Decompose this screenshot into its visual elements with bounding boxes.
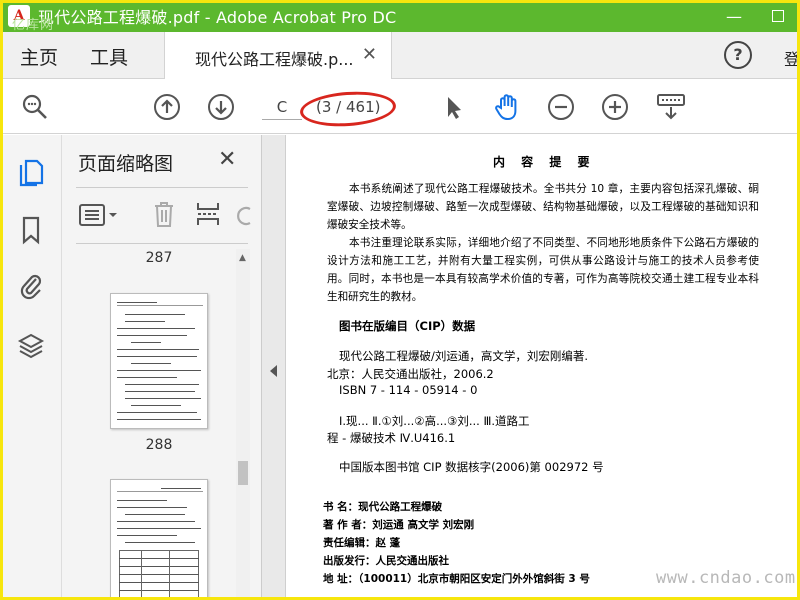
document-heading: 内 容 提 要	[493, 155, 596, 169]
help-icon[interactable]: ?	[724, 41, 752, 69]
menu-tab-bar: 主页 工具 现代公路工程爆破.p... ✕ ? 登	[0, 32, 800, 79]
keyboard-tools-icon[interactable]	[656, 92, 686, 122]
document-paragraph-1: 本书系统阐述了现代公路工程爆破技术。全书共分 10 章，主要内容包括深孔爆破、硐…	[327, 183, 759, 231]
page-thumbnail-288[interactable]	[110, 479, 208, 600]
info-line: 出版发行：人民交通出版社	[323, 555, 449, 567]
thumbnail-label-287: 287	[145, 250, 173, 266]
scrollbar-thumb[interactable]	[238, 461, 248, 485]
cip-line: Ⅰ.现... Ⅱ.①刘...②高...③刘... Ⅲ.道路工	[339, 414, 530, 428]
zoom-out-icon[interactable]	[546, 92, 576, 122]
thumbnails-scrollbar[interactable]	[236, 249, 250, 600]
maximize-icon	[772, 10, 784, 22]
page-thumbnail-287[interactable]	[110, 293, 208, 429]
thumbnails-panel: 页面缩略图 ✕ 287 288 ▲	[62, 135, 262, 600]
zoom-in-icon[interactable]	[600, 92, 630, 122]
next-page-icon[interactable]	[206, 92, 236, 122]
info-line: 地 址：（100011）北京市朝阳区安定门外外馆斜街 3 号	[323, 573, 590, 585]
info-line: 著 作 者：刘运通 高文学 刘宏刚	[323, 519, 475, 531]
window-controls: —	[712, 0, 800, 32]
select-cursor-icon[interactable]	[438, 92, 468, 122]
maximize-button[interactable]	[756, 0, 800, 32]
attachment-icon[interactable]	[16, 271, 46, 301]
previous-page-icon[interactable]	[152, 92, 182, 122]
divider	[76, 187, 248, 188]
tab-close-icon[interactable]: ✕	[362, 44, 377, 65]
menu-home[interactable]: 主页	[20, 43, 58, 70]
insert-page-icon[interactable]	[194, 199, 222, 233]
panel-splitter[interactable]	[262, 135, 286, 600]
bookmark-icon[interactable]	[16, 215, 46, 245]
cip-line: 北京：人民交通出版社，2006.2	[327, 367, 494, 381]
cip-line: ISBN 7 - 114 - 05914 - 0	[339, 383, 478, 397]
cip-line: 中国版本图书馆 CIP 数据核字(2006)第 002972 号	[339, 460, 604, 474]
thumbnail-label-288: 288	[145, 437, 173, 453]
title-bar: A 现代公路工程爆破.pdf - Adobe Acrobat Pro DC —	[0, 0, 800, 32]
document-view[interactable]: 内 容 提 要 本书系统阐述了现代公路工程爆破技术。全书共分 10 章，主要内容…	[287, 135, 800, 600]
divider	[76, 243, 248, 244]
thumbnails-panel-title: 页面缩略图	[78, 153, 174, 175]
corner-watermark: 亿库网	[12, 18, 55, 33]
page-number-input[interactable]: C	[262, 94, 302, 120]
toolbar: C (3 / 461)	[0, 80, 800, 134]
collapse-panel-icon[interactable]	[270, 365, 277, 377]
document-tab-label: 现代公路工程爆破.p...	[195, 50, 354, 69]
zoom-search-icon[interactable]	[20, 92, 50, 122]
document-paragraph-2: 本书注重理论联系实际，详细地介绍了不同类型、不同地形地质条件下公路石方爆破的设计…	[327, 237, 759, 303]
info-line: 责任编辑：赵 蓬	[323, 537, 401, 549]
panel-close-icon[interactable]: ✕	[218, 147, 236, 172]
delete-page-icon[interactable]	[150, 199, 178, 233]
site-watermark: www.cndao.com	[656, 568, 796, 588]
sign-in-label[interactable]: 登	[784, 46, 800, 70]
info-line: 书 名：现代公路工程爆破	[323, 501, 443, 513]
window-title: 现代公路工程爆破.pdf - Adobe Acrobat Pro DC	[38, 8, 397, 27]
layers-icon[interactable]	[16, 331, 46, 361]
page-thumbnails-icon[interactable]	[16, 157, 46, 187]
minimize-button[interactable]: —	[712, 0, 756, 32]
cip-heading: 图书在版编目（CIP）数据	[339, 319, 476, 333]
scroll-up-icon[interactable]: ▲	[239, 253, 246, 263]
document-tab[interactable]: 现代公路工程爆破.p... ✕	[164, 32, 392, 79]
menu-tools[interactable]: 工具	[90, 43, 128, 70]
cip-line: 现代公路工程爆破/刘运通，高文学，刘宏刚编著.	[339, 349, 589, 363]
options-menu-icon[interactable]	[78, 203, 120, 231]
thumbnail-tools	[76, 197, 262, 233]
cip-line: 程 - 爆破技术 Ⅳ.U416.1	[327, 431, 456, 445]
rotate-page-icon[interactable]	[234, 201, 254, 233]
navigation-rail	[0, 135, 62, 600]
hand-tool-icon[interactable]	[492, 92, 522, 122]
